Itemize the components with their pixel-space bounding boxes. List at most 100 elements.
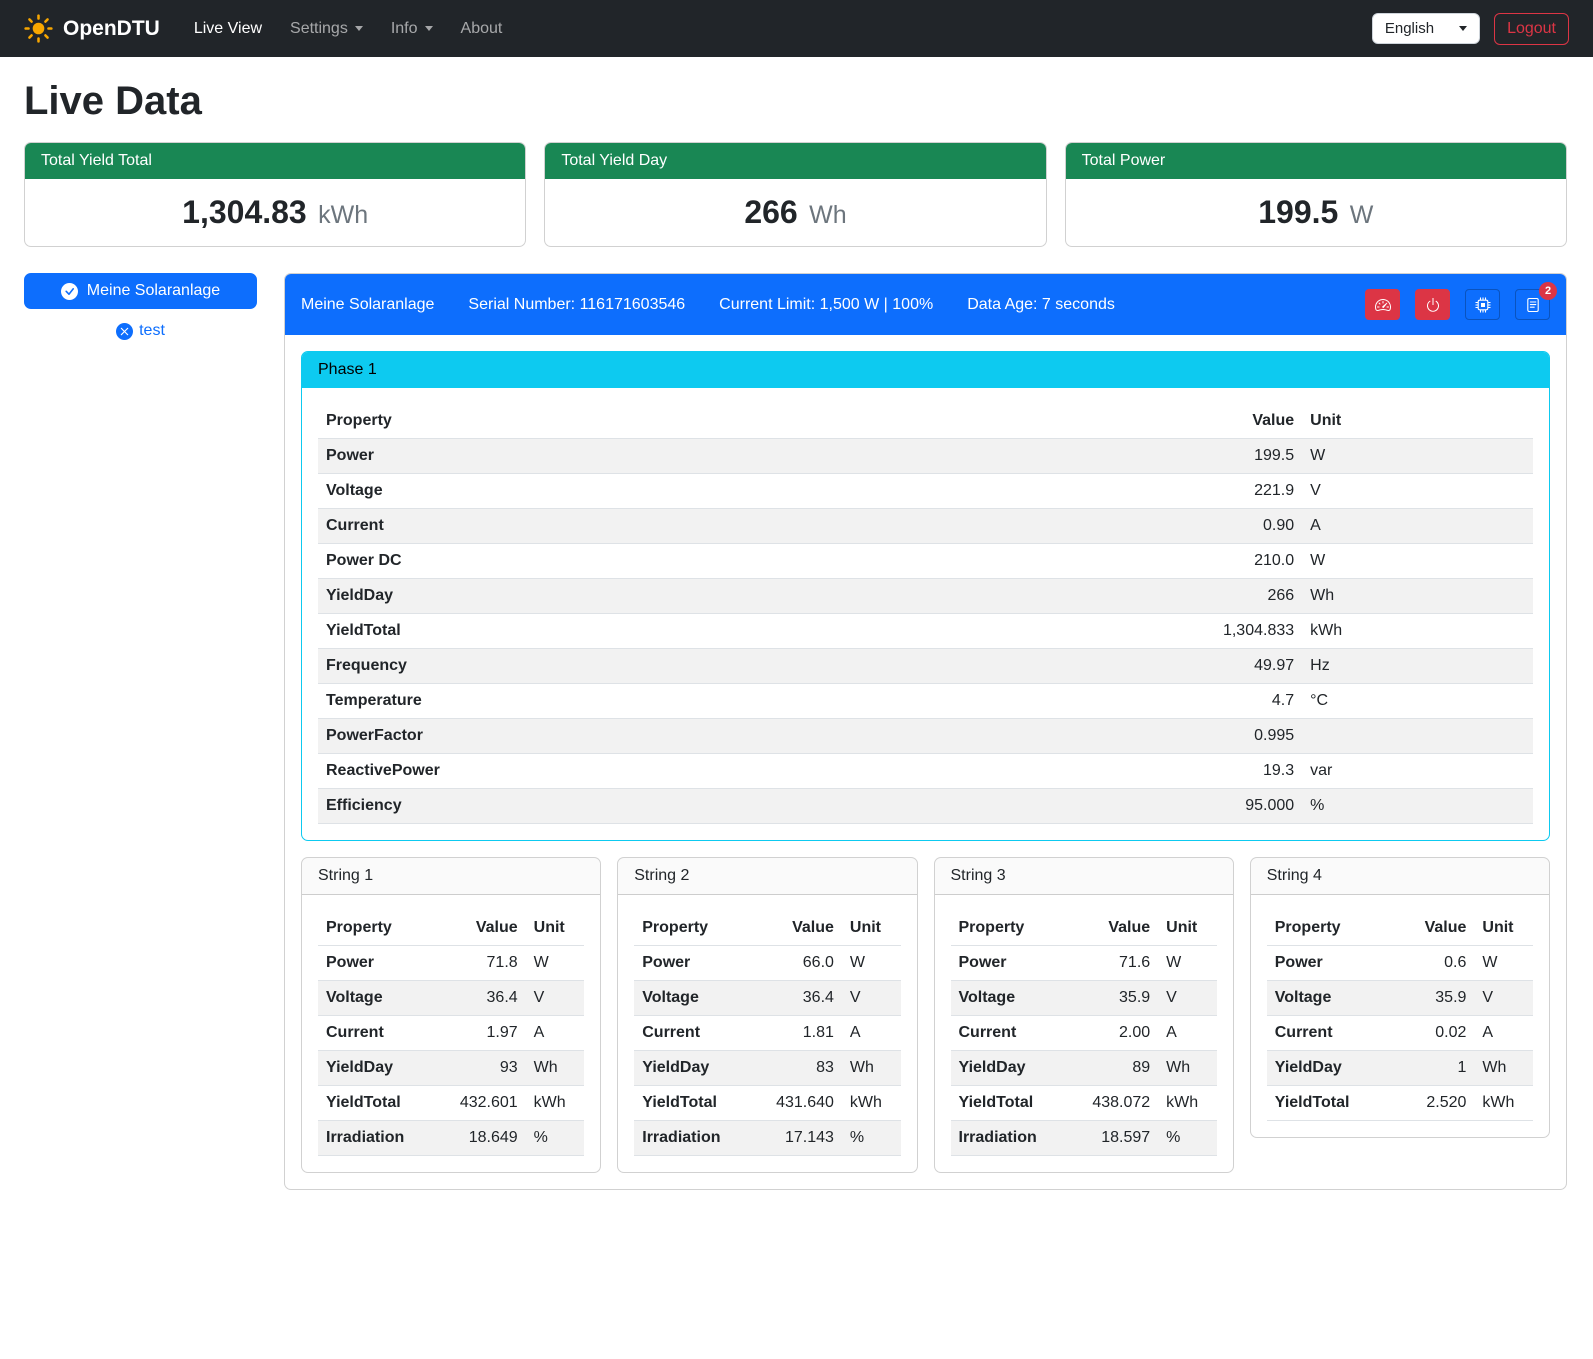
- cell-property: Voltage: [951, 981, 1073, 1016]
- cell-property: Voltage: [1267, 981, 1389, 1016]
- cell-property: Power: [1267, 946, 1389, 981]
- cell-unit: var: [1302, 754, 1533, 789]
- summary-unit: kWh: [318, 201, 368, 229]
- cell-unit: V: [526, 981, 585, 1016]
- cell-value: 0.90: [1144, 509, 1302, 544]
- chevron-down-icon: [355, 26, 363, 31]
- cell-value: 35.9: [1389, 981, 1474, 1016]
- phase-card: Phase 1 Property Value Unit Power199.5WV…: [301, 351, 1550, 841]
- cell-property: Current: [951, 1016, 1073, 1051]
- nav-live-view[interactable]: Live View: [180, 12, 276, 46]
- power-icon: [1425, 297, 1441, 313]
- cell-unit: Wh: [842, 1051, 901, 1086]
- cell-unit: W: [1302, 544, 1533, 579]
- table-row: Current0.02A: [1267, 1016, 1533, 1051]
- nav-settings-label: Settings: [290, 20, 348, 38]
- cell-value: 199.5: [1144, 439, 1302, 474]
- table-row: Voltage221.9V: [318, 474, 1533, 509]
- cell-unit: A: [1158, 1016, 1217, 1051]
- cell-value: 71.8: [440, 946, 525, 981]
- brand[interactable]: OpenDTU: [24, 14, 160, 43]
- table-row: Efficiency95.000%: [318, 789, 1533, 824]
- inverter-limit: Current Limit: 1,500 W | 100%: [719, 296, 933, 314]
- table-row: Voltage36.4V: [318, 981, 584, 1016]
- top-navbar: OpenDTU Live View Settings Info About En…: [0, 0, 1593, 57]
- cell-unit: A: [1474, 1016, 1533, 1051]
- nav-about[interactable]: About: [447, 12, 517, 46]
- table-header-row: Property Value Unit: [318, 404, 1533, 439]
- table-row: YieldTotal2.520kWh: [1267, 1086, 1533, 1121]
- cell-unit: Wh: [526, 1051, 585, 1086]
- table-row: Frequency49.97Hz: [318, 649, 1533, 684]
- cell-unit: Hz: [1302, 649, 1533, 684]
- cell-unit: W: [842, 946, 901, 981]
- cell-property: YieldTotal: [318, 1086, 440, 1121]
- column-header-unit: Unit: [1302, 404, 1533, 439]
- power-toggle-button[interactable]: [1415, 289, 1450, 320]
- cell-property: Irradiation: [951, 1121, 1073, 1156]
- cell-property: YieldTotal: [951, 1086, 1073, 1121]
- cpu-icon: [1475, 297, 1491, 313]
- device-info-button[interactable]: [1465, 289, 1500, 320]
- string-2-table: Property Value Unit Power66.0WVoltage36.…: [634, 911, 900, 1156]
- cell-property: YieldDay: [318, 1051, 440, 1086]
- cell-value: 71.6: [1073, 946, 1158, 981]
- column-header-property: Property: [318, 404, 1144, 439]
- cell-value: 35.9: [1073, 981, 1158, 1016]
- table-row: Current1.97A: [318, 1016, 584, 1051]
- table-row: Power199.5W: [318, 439, 1533, 474]
- table-row: YieldDay266Wh: [318, 579, 1533, 614]
- limit-settings-button[interactable]: [1365, 289, 1400, 320]
- cell-property: Voltage: [634, 981, 756, 1016]
- summary-value: 266: [744, 194, 797, 230]
- cell-value: 432.601: [440, 1086, 525, 1121]
- cell-unit: kWh: [1474, 1086, 1533, 1121]
- cell-property: YieldDay: [1267, 1051, 1389, 1086]
- cell-value: 266: [1144, 579, 1302, 614]
- language-select[interactable]: English: [1372, 13, 1480, 44]
- cell-value: 221.9: [1144, 474, 1302, 509]
- sidebar-item-test[interactable]: test: [116, 322, 165, 340]
- string-4-table: Property Value Unit Power0.6WVoltage35.9…: [1267, 911, 1533, 1121]
- cell-value: 19.3: [1144, 754, 1302, 789]
- string-1-table: Property Value Unit Power71.8WVoltage36.…: [318, 911, 584, 1156]
- cell-property: Current: [634, 1016, 756, 1051]
- cell-value: 1.81: [757, 1016, 842, 1051]
- column-header-value: Value: [1144, 404, 1302, 439]
- cell-value: 438.072: [1073, 1086, 1158, 1121]
- nav-settings[interactable]: Settings: [276, 12, 377, 46]
- phase-card-header: Phase 1: [302, 352, 1549, 388]
- table-header-row: Property Value Unit: [318, 911, 584, 946]
- logout-button[interactable]: Logout: [1494, 13, 1569, 45]
- x-circle-icon[interactable]: [116, 323, 133, 340]
- cell-property: PowerFactor: [318, 719, 1144, 754]
- cell-property: Current: [318, 1016, 440, 1051]
- brand-label: OpenDTU: [63, 17, 160, 41]
- column-header-value: Value: [757, 911, 842, 946]
- journal-icon: [1525, 297, 1541, 313]
- cell-value: 1,304.833: [1144, 614, 1302, 649]
- inverter-select-button[interactable]: Meine Solaranlage: [24, 273, 257, 309]
- cell-unit: °C: [1302, 684, 1533, 719]
- column-header-property: Property: [1267, 911, 1389, 946]
- cell-unit: A: [526, 1016, 585, 1051]
- table-row: YieldTotal431.640kWh: [634, 1086, 900, 1121]
- cell-unit: %: [1158, 1121, 1217, 1156]
- string-card-header: String 4: [1251, 858, 1549, 895]
- table-row: Voltage36.4V: [634, 981, 900, 1016]
- cell-value: 89: [1073, 1051, 1158, 1086]
- nav-info[interactable]: Info: [377, 12, 447, 46]
- cell-property: Power: [951, 946, 1073, 981]
- cell-unit: %: [842, 1121, 901, 1156]
- cell-property: YieldDay: [951, 1051, 1073, 1086]
- table-row: Power71.6W: [951, 946, 1217, 981]
- cell-value: 0.6: [1389, 946, 1474, 981]
- table-header-row: Property Value Unit: [951, 911, 1217, 946]
- cell-unit: %: [526, 1121, 585, 1156]
- string-card-header: String 2: [618, 858, 916, 895]
- cell-property: Power: [318, 946, 440, 981]
- table-row: Temperature4.7°C: [318, 684, 1533, 719]
- cell-unit: V: [842, 981, 901, 1016]
- page-content: Live Data Total Yield Total 1,304.83 kWh…: [0, 57, 1593, 1214]
- event-log-button[interactable]: 2: [1515, 289, 1550, 320]
